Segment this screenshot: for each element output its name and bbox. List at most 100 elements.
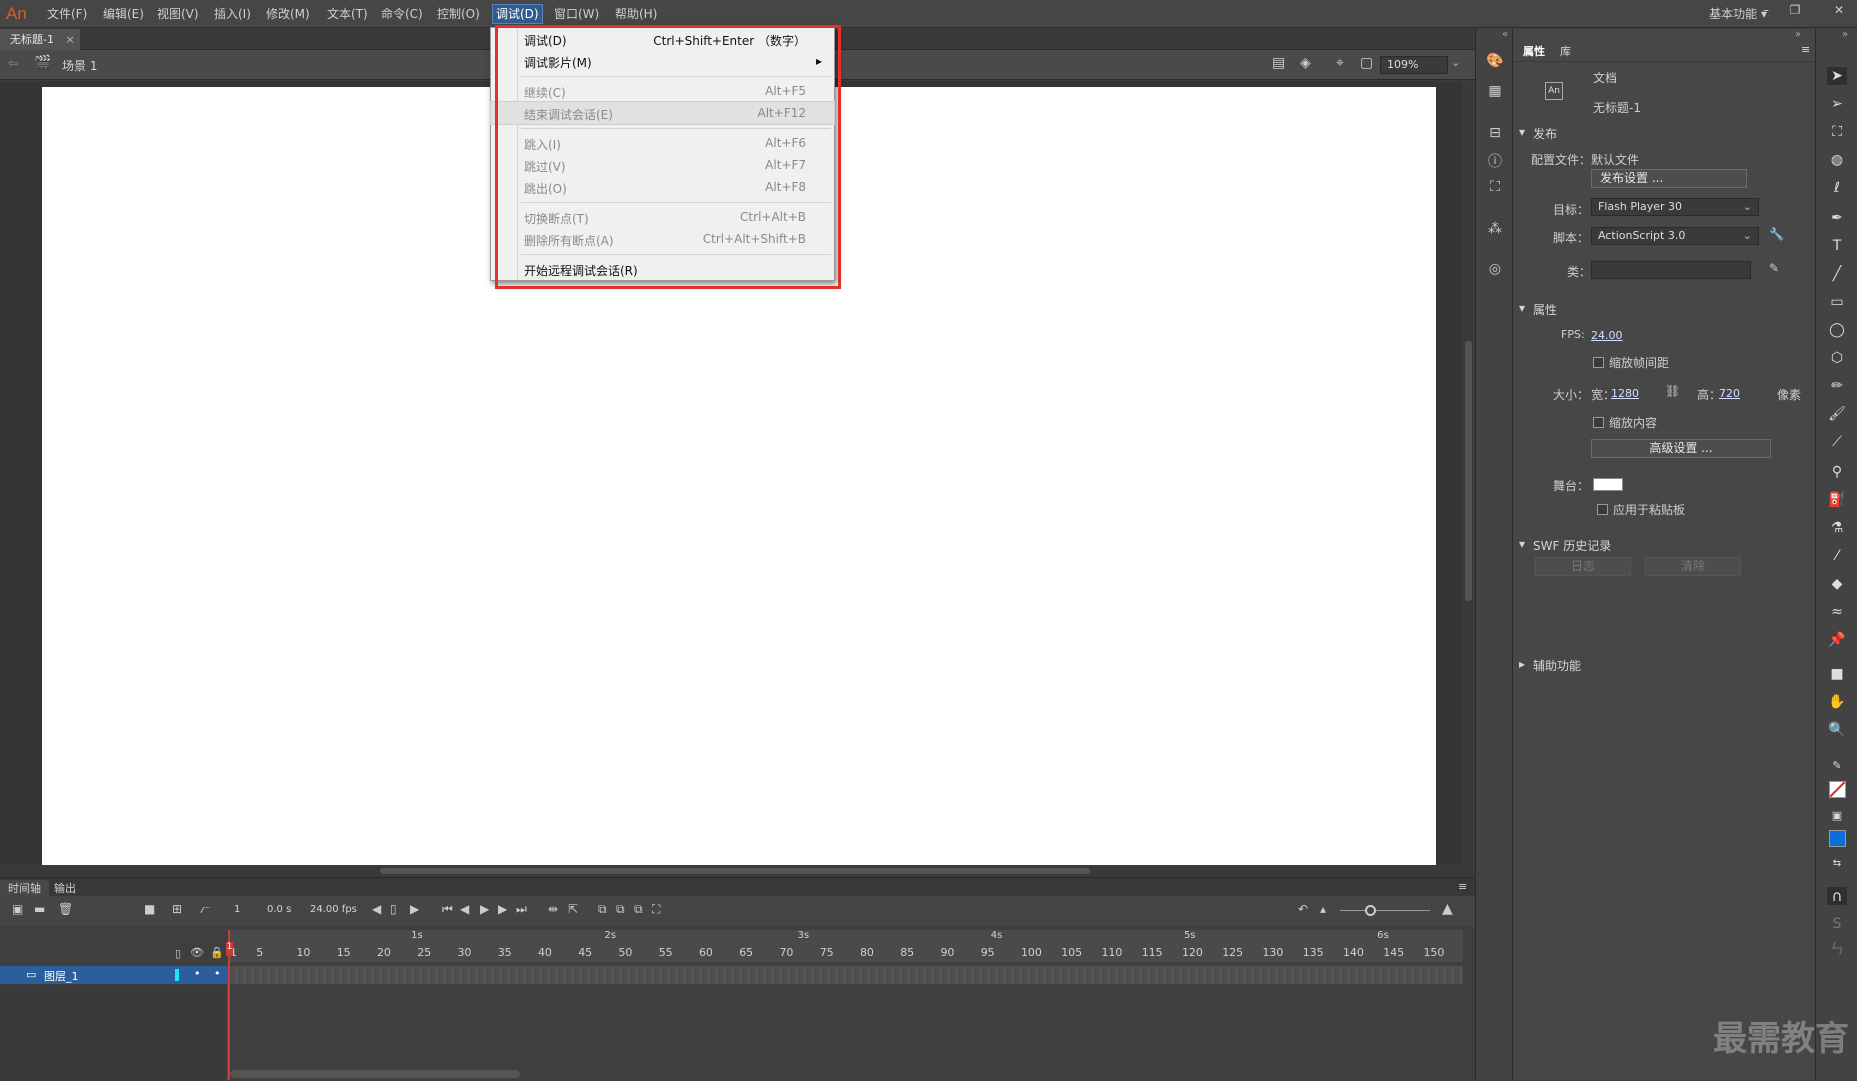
loop-icon[interactable]: ⇹: [548, 902, 558, 916]
eraser-icon[interactable]: ◆: [1827, 575, 1847, 593]
snap-magnet-icon[interactable]: ∩: [1827, 887, 1847, 905]
menu-debug[interactable]: 调试(D): [493, 5, 542, 23]
line-tool-icon[interactable]: ╱: [1827, 265, 1847, 283]
zoom-slider[interactable]: [1340, 910, 1430, 911]
small-mountain-icon[interactable]: ▴: [1320, 902, 1326, 916]
frame-rate[interactable]: 24.00 fps: [310, 904, 357, 915]
lock-icon[interactable]: 🔒: [210, 946, 224, 959]
transform-icon[interactable]: ⛶: [1485, 179, 1505, 199]
brush-tool-icon[interactable]: ⟋: [1827, 433, 1847, 451]
menu-text[interactable]: 文本(T): [324, 5, 371, 23]
publish-section[interactable]: 发布: [1533, 125, 1557, 142]
oval-tool-icon[interactable]: ◯: [1827, 321, 1847, 339]
modify-markers-icon[interactable]: ⛶: [652, 902, 660, 917]
menu-control[interactable]: 控制(O): [434, 5, 483, 23]
fps-value[interactable]: 24.00: [1591, 329, 1623, 342]
minimize-icon[interactable]: –: [1755, 3, 1777, 21]
ink-bottle-icon[interactable]: ⚗: [1827, 519, 1847, 537]
target-select[interactable]: Flash Player 30 ⌄: [1591, 198, 1759, 216]
text-tool-icon[interactable]: T: [1827, 237, 1847, 255]
menu-help[interactable]: 帮助(H): [612, 5, 660, 23]
zoom-tool-icon[interactable]: 🔍: [1827, 721, 1847, 739]
swap-colors-icon[interactable]: ⇆: [1827, 855, 1847, 873]
advanced-settings-button[interactable]: 高级设置 ...: [1591, 439, 1771, 458]
prev-keyframe-icon[interactable]: ◀: [372, 902, 381, 916]
layer-parent-icon[interactable]: ⊞: [172, 902, 182, 916]
subselection-tool-icon[interactable]: ➢: [1827, 95, 1847, 113]
pen-tool-icon[interactable]: ✒: [1827, 209, 1847, 227]
width-value[interactable]: 1280: [1611, 387, 1639, 400]
go-first-icon[interactable]: ⏮: [442, 902, 453, 917]
edit-symbols-icon[interactable]: ◈: [1300, 55, 1311, 71]
rectangle-tool-icon[interactable]: ▭: [1827, 293, 1847, 311]
onion-skin-icon[interactable]: ⧉: [598, 902, 607, 917]
restore-icon[interactable]: ❐: [1784, 3, 1806, 21]
straighten-icon[interactable]: ㄣ: [1827, 941, 1847, 959]
large-mountain-icon[interactable]: ▲: [1442, 901, 1453, 917]
stage-color-swatch[interactable]: [1593, 478, 1623, 491]
tab-properties[interactable]: 属性: [1523, 43, 1545, 59]
clear-button[interactable]: 清除: [1645, 557, 1741, 576]
frame-ruler[interactable]: 1510152025303540455055606570758085909510…: [228, 930, 1463, 962]
edit-scene-icon[interactable]: ▤: [1272, 55, 1285, 71]
props-menu-icon[interactable]: ≡: [1801, 43, 1810, 56]
collapse-panel-icon[interactable]: »: [1795, 29, 1801, 40]
tab-timeline[interactable]: 时间轴: [0, 880, 49, 896]
publish-toggle-icon[interactable]: ▾: [1519, 125, 1525, 139]
selection-tool-icon[interactable]: ➤: [1827, 67, 1847, 85]
step-back-icon[interactable]: ◀: [460, 902, 469, 916]
link-dimensions-icon[interactable]: ⛓: [1665, 384, 1680, 398]
free-transform-icon[interactable]: ⛶: [1827, 123, 1847, 141]
highlight-layers-icon[interactable]: ▯: [175, 947, 181, 960]
menu-modify[interactable]: 修改(M): [263, 5, 313, 23]
accessibility-section[interactable]: 辅助功能: [1533, 657, 1581, 674]
zoom-slider-thumb[interactable]: [1365, 905, 1376, 916]
graph-icon[interactable]: ⦧: [200, 902, 210, 917]
height-value[interactable]: 720: [1719, 387, 1740, 400]
frames-row[interactable]: [228, 966, 1463, 984]
center-stage-icon[interactable]: ⌖: [1336, 55, 1344, 71]
edit-class-icon[interactable]: ✎: [1769, 261, 1779, 275]
zoom-dropdown-icon[interactable]: ⌄: [1451, 56, 1460, 69]
tab-library[interactable]: 库: [1560, 43, 1571, 59]
cc-libraries-icon[interactable]: ◎: [1485, 261, 1505, 281]
play-icon[interactable]: ▶: [480, 902, 489, 916]
menu-edit[interactable]: 编辑(E): [100, 5, 147, 23]
swf-history-section[interactable]: SWF 历史记录: [1533, 537, 1611, 554]
polystar-tool-icon[interactable]: ⬡: [1827, 349, 1847, 367]
menu-view[interactable]: 视图(V): [154, 5, 202, 23]
vertical-scrollbar[interactable]: [1462, 81, 1475, 865]
layer-visible-dot-icon[interactable]: •: [194, 967, 201, 980]
visibility-eye-icon[interactable]: 👁: [190, 946, 204, 959]
current-frame[interactable]: 1: [234, 904, 240, 915]
menu-file[interactable]: 文件(F): [44, 5, 90, 23]
swatches-icon[interactable]: ▦: [1485, 83, 1505, 103]
menu-insert[interactable]: 插入(I): [211, 5, 254, 23]
go-last-icon[interactable]: ⏭: [516, 902, 527, 917]
eyedropper-icon[interactable]: ⁄: [1827, 547, 1847, 565]
bone-tool-icon[interactable]: ⚲: [1827, 463, 1847, 481]
width-tool-icon[interactable]: ≈: [1827, 603, 1847, 621]
onion-outline-icon[interactable]: ⧉: [616, 902, 625, 917]
new-folder-icon[interactable]: ▬: [34, 902, 45, 916]
log-button[interactable]: 日志: [1535, 557, 1631, 576]
collapse-dock-icon[interactable]: «: [1502, 29, 1508, 40]
layer-lock-dot-icon[interactable]: •: [214, 967, 221, 980]
3d-rotation-icon[interactable]: ◍: [1827, 151, 1847, 169]
paint-bucket-icon[interactable]: ⛽: [1827, 491, 1847, 509]
step-forward-icon[interactable]: ▶: [498, 902, 507, 916]
document-tab[interactable]: 无标题-1 ×: [0, 29, 80, 50]
fill-color-swatch[interactable]: [1829, 830, 1846, 847]
layer-row[interactable]: ▭ 图层_1 • •: [0, 966, 228, 984]
horizontal-scrollbar[interactable]: [0, 865, 1475, 877]
edit-multiple-icon[interactable]: ⧉: [634, 902, 643, 917]
color-panel-icon[interactable]: 🎨: [1485, 53, 1505, 73]
paint-brush-icon[interactable]: 🖌: [1827, 405, 1847, 423]
align-icon[interactable]: ⊟: [1485, 125, 1505, 145]
camera-tool-icon[interactable]: ■: [1827, 665, 1847, 683]
keyframe-icon[interactable]: ▯: [390, 902, 397, 916]
hand-tool-icon[interactable]: ✋: [1827, 693, 1847, 711]
scene-label[interactable]: 场景 1: [62, 57, 97, 74]
vertical-scroll-thumb[interactable]: [1465, 341, 1472, 601]
center-frame-icon[interactable]: ⇱: [568, 902, 578, 916]
